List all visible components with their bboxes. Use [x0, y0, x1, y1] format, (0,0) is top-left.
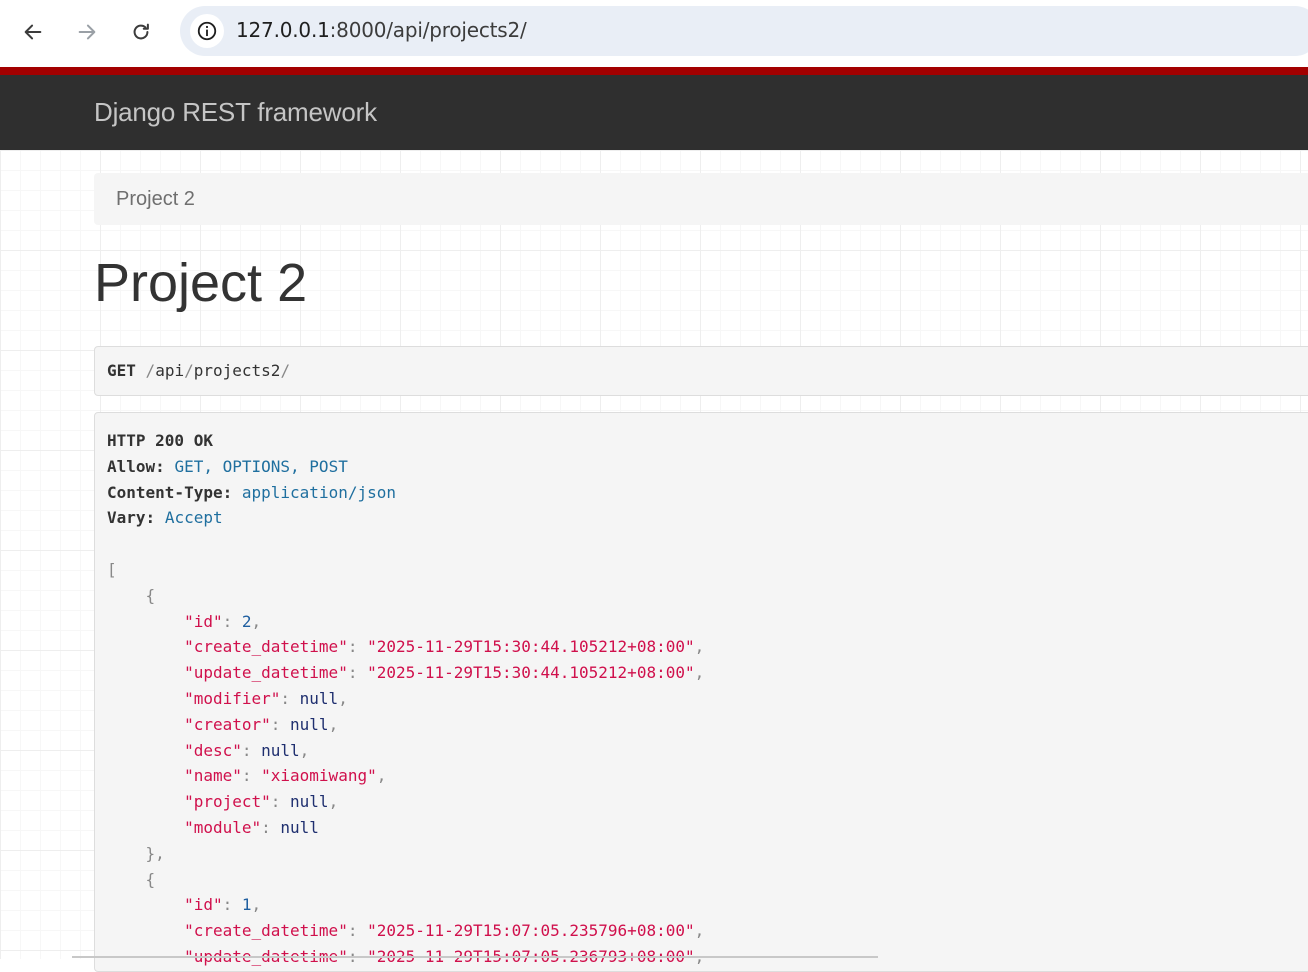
json-colon: : [261, 817, 281, 837]
json-key: "name" [184, 766, 242, 786]
request-info: GET /api/projects2/ [94, 346, 1308, 396]
json-key: "update_datetime" [184, 663, 348, 683]
json-key: "desc" [184, 740, 242, 760]
json-comma: , [328, 792, 339, 812]
json-value: null [290, 714, 329, 734]
json-colon: : [270, 792, 291, 812]
json-key: "module" [184, 817, 262, 837]
json-value: "xiaomiwang" [261, 766, 377, 786]
json-value: null [290, 792, 329, 812]
brand-link[interactable]: Django REST framework [94, 97, 377, 128]
json-value: "2025-11-29T15:07:05.235796+08:00" [367, 921, 695, 941]
json-key: "project" [184, 792, 271, 812]
response-header-key: Content-Type: [107, 482, 233, 502]
json-key: "id" [184, 611, 223, 631]
reload-button[interactable] [123, 14, 159, 50]
json-comma: , [338, 688, 348, 708]
response-status: HTTP 200 OK [107, 431, 213, 450]
json-comma: , [251, 895, 262, 915]
path-segment: api [155, 361, 185, 380]
json-colon: : [222, 895, 242, 915]
request-path: /api/projects2/ [146, 361, 291, 380]
arrow-right-icon [78, 24, 96, 40]
json-value: 2 [241, 611, 252, 631]
json-key: "create_datetime" [184, 921, 348, 941]
address-bar[interactable]: 127.0.0.1:8000/api/projects2/ [180, 6, 1308, 56]
json-key: "modifier" [184, 688, 281, 708]
json-brace: }, [145, 843, 165, 863]
json-value: "2025-11-29T15:30:44.105212+08:00" [367, 637, 695, 657]
response-info: HTTP 200 OK Allow: GET, OPTIONS, POST Co… [94, 412, 1308, 972]
site-info-button[interactable] [190, 14, 224, 48]
json-brace: { [145, 585, 156, 605]
navbar-accent-strip [0, 67, 1308, 75]
path-separator: / [145, 361, 156, 380]
json-colon: : [270, 714, 291, 734]
json-colon: : [347, 637, 368, 657]
navbar: Django REST framework [0, 75, 1308, 150]
request-line: GET /api/projects2/ [107, 361, 290, 380]
json-comma: , [694, 637, 705, 657]
arrow-left-icon [24, 24, 42, 40]
url-text[interactable]: 127.0.0.1:8000/api/projects2/ [236, 18, 527, 42]
json-comma: , [694, 663, 705, 683]
response-content: HTTP 200 OK Allow: GET, OPTIONS, POST Co… [107, 428, 704, 970]
url-path: :8000/api/projects2/ [329, 18, 527, 42]
json-colon: : [222, 611, 242, 631]
json-comma: , [694, 921, 705, 941]
json-comma: , [299, 740, 310, 760]
info-icon [197, 21, 217, 41]
json-colon: : [241, 766, 262, 786]
json-comma: , [328, 714, 339, 734]
horizontal-scrollbar[interactable] [72, 956, 878, 958]
response-header-value: GET, OPTIONS, POST [174, 456, 348, 476]
response-header-key: Vary: [107, 508, 156, 528]
json-brace: { [145, 869, 156, 889]
json-key: "create_datetime" [184, 637, 348, 657]
page-title: Project 2 [94, 253, 308, 313]
json-key: "id" [184, 895, 223, 915]
json-value: "2025-11-29T15:30:44.105212+08:00" [367, 663, 695, 683]
json-colon: : [241, 740, 262, 760]
url-host: 127.0.0.1 [236, 18, 330, 42]
json-value: null [280, 817, 319, 837]
back-button[interactable] [15, 14, 51, 50]
json-bracket: [ [107, 559, 117, 579]
path-separator: / [280, 361, 291, 380]
json-value: 1 [241, 895, 252, 915]
path-separator: / [184, 361, 194, 380]
path-segment: projects2 [193, 361, 281, 380]
response-header-value: application/json [241, 482, 396, 502]
json-value: null [299, 688, 339, 708]
breadcrumb-item-active: Project 2 [116, 188, 195, 210]
response-header-value: Accept [164, 508, 223, 528]
json-key: "creator" [184, 714, 271, 734]
forward-button[interactable] [69, 14, 105, 50]
response-header-key: Allow: [107, 456, 165, 476]
json-colon: : [280, 688, 300, 708]
json-colon: : [347, 663, 368, 683]
json-value: null [261, 740, 300, 760]
json-comma: , [251, 611, 262, 631]
request-method: GET [107, 361, 136, 380]
json-comma: , [376, 766, 387, 786]
browser-toolbar: 127.0.0.1:8000/api/projects2/ [0, 0, 1308, 64]
breadcrumb: Project 2 [94, 173, 1308, 225]
reload-icon [133, 23, 149, 40]
json-colon: : [347, 921, 368, 941]
